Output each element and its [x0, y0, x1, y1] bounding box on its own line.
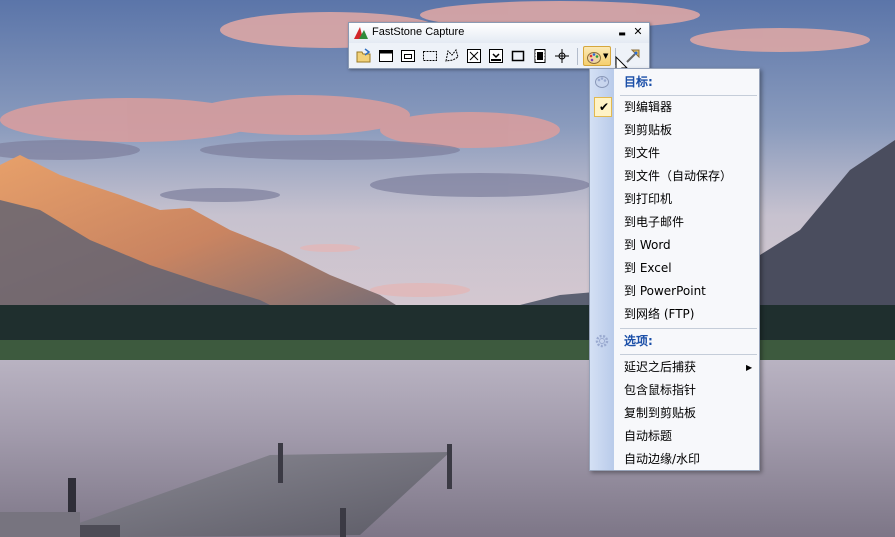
menu-item-to-excel[interactable]: 到 Excel	[614, 257, 759, 280]
capture-active-window-icon	[379, 50, 393, 62]
capture-fixed-region-button[interactable]	[508, 46, 528, 66]
menu-separator	[620, 328, 757, 329]
capture-window-object-icon	[401, 50, 415, 62]
screen-recorder-icon	[534, 49, 546, 63]
menu-header-target: 目标:	[624, 75, 653, 89]
close-button[interactable]: ✕	[631, 24, 645, 40]
minimize-button[interactable]: ▬	[615, 24, 629, 40]
capture-toolbar: ▼	[351, 45, 647, 67]
menu-item-to-word[interactable]: 到 Word	[614, 234, 759, 257]
capture-scrolling-window-icon	[489, 49, 503, 63]
checkmark-icon: ✔	[599, 100, 610, 114]
landscape-photo	[0, 0, 895, 537]
crosshair-icon	[555, 49, 569, 63]
menu-item-to-clipboard[interactable]: 到剪贴板	[614, 119, 759, 142]
menu-item-to-printer[interactable]: 到打印机	[614, 188, 759, 211]
menu-item-to-file-autosave[interactable]: 到文件（自动保存）	[614, 165, 759, 188]
output-target-menu: 目标: ✔ 到编辑器 到剪贴板 到文件 到文件（自动保存） 到打印机 到电子邮件…	[589, 68, 760, 471]
open-button[interactable]	[354, 46, 374, 66]
menu-item-copy-to-clipboard[interactable]: 复制到剪贴板	[614, 402, 759, 425]
palette-icon	[595, 76, 609, 88]
capture-scrolling-window-button[interactable]	[486, 46, 506, 66]
minimize-icon: ▬	[618, 29, 626, 38]
menu-item-to-powerpoint[interactable]: 到 PowerPoint	[614, 280, 759, 303]
capture-full-screen-button[interactable]	[464, 46, 484, 66]
gear-icon	[595, 334, 609, 348]
menu-item-to-email[interactable]: 到电子邮件	[614, 211, 759, 234]
faststone-capture-window: FastStone Capture ▬ ✕ ▼	[348, 22, 650, 69]
menu-item-to-file[interactable]: 到文件	[614, 142, 759, 165]
window-title: FastStone Capture	[372, 26, 465, 38]
capture-freehand-region-icon	[445, 48, 459, 62]
dropdown-arrow-icon: ▼	[603, 52, 609, 60]
menu-item-delay-capture[interactable]: 延迟之后捕获 ▶	[614, 356, 759, 379]
menu-item-to-ftp[interactable]: 到网络 (FTP)	[614, 303, 759, 326]
open-folder-icon	[356, 48, 371, 63]
faststone-logo-icon	[354, 27, 368, 39]
menu-item-to-editor[interactable]: 到编辑器	[614, 96, 759, 119]
screen-recorder-button[interactable]	[530, 46, 550, 66]
menu-icon-strip	[590, 69, 614, 470]
output-palette-icon	[587, 52, 601, 64]
checked-indicator: ✔	[594, 97, 612, 117]
capture-active-window-button[interactable]	[376, 46, 396, 66]
capture-freehand-region-button[interactable]	[442, 46, 462, 66]
close-icon: ✕	[633, 25, 643, 38]
menu-item-auto-edge-watermark[interactable]: 自动边缘/水印	[614, 448, 759, 471]
capture-full-screen-icon	[467, 49, 481, 63]
desktop-wallpaper	[0, 0, 895, 537]
menu-header-options: 选项:	[624, 334, 653, 348]
output-target-button[interactable]: ▼	[583, 46, 611, 66]
crosshair-button[interactable]	[552, 46, 572, 66]
window-titlebar[interactable]: FastStone Capture ▬ ✕	[349, 23, 649, 43]
submenu-arrow-icon: ▶	[746, 363, 753, 372]
capture-window-object-button[interactable]	[398, 46, 418, 66]
menu-separator	[620, 354, 757, 355]
toolbar-separator	[577, 48, 578, 65]
menu-item-auto-caption[interactable]: 自动标题	[614, 425, 759, 448]
menu-item-include-cursor[interactable]: 包含鼠标指针	[614, 379, 759, 402]
capture-rectangular-region-icon	[423, 51, 437, 61]
capture-fixed-region-icon	[511, 50, 525, 62]
capture-rectangular-region-button[interactable]	[420, 46, 440, 66]
